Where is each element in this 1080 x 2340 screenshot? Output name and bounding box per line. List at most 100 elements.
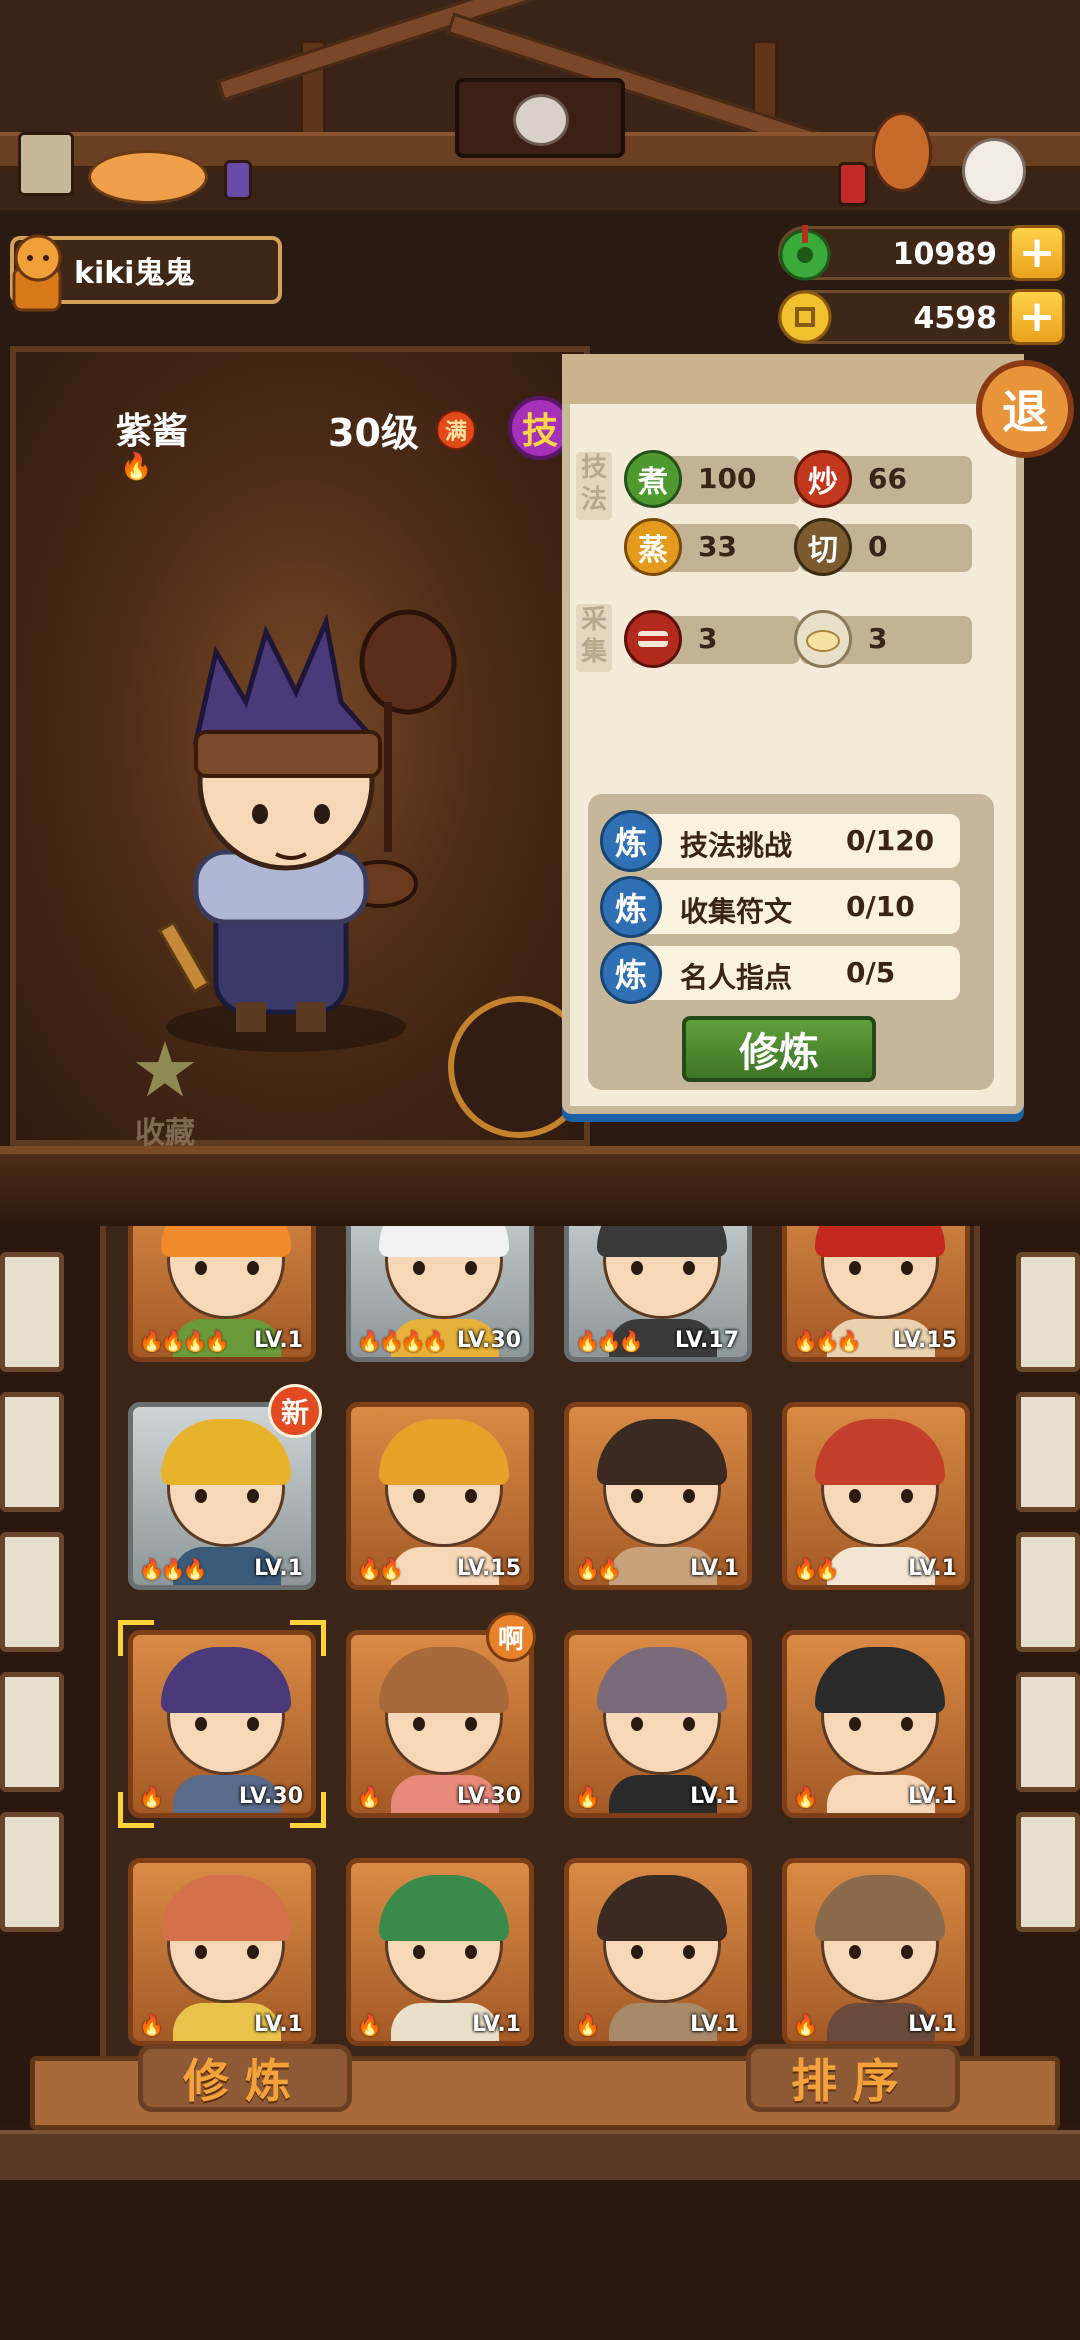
- chef-card[interactable]: 🔥🔥 LV.1: [564, 1402, 752, 1590]
- chef-card[interactable]: 🔥 LV.1: [564, 1630, 752, 1818]
- side-window: [1016, 1812, 1080, 1932]
- stat-cut: 切 0: [794, 518, 972, 576]
- character-level: 30级: [328, 411, 419, 455]
- steam-icon: 蒸: [624, 518, 682, 576]
- chef-level: LV.17: [674, 1328, 739, 1353]
- refine-icon: 炼: [600, 876, 662, 938]
- chef-eyes: [413, 1717, 477, 1731]
- refine-icon: 炼: [600, 942, 662, 1004]
- chef-card[interactable]: 🔥🔥 LV.1: [782, 1402, 970, 1590]
- chef-card[interactable]: 🔥 LV.1: [128, 1858, 316, 2046]
- chef-eyes: [849, 1717, 913, 1731]
- flame-rating: 🔥: [357, 1785, 382, 1809]
- favorite-button[interactable]: ★ 收藏: [120, 1032, 210, 1152]
- exit-button[interactable]: 退: [976, 360, 1074, 458]
- chef-card[interactable]: 🔥🔥🔥🔥 LV.30: [346, 1226, 534, 1362]
- technique-label: 技法: [576, 452, 612, 520]
- sort-button[interactable]: 排序: [746, 2044, 960, 2112]
- chef-card[interactable]: 🔥🔥 LV.15: [346, 1402, 534, 1590]
- chef-card[interactable]: 🔥🔥🔥🔥 LV.1: [128, 1226, 316, 1362]
- green-jade-icon: [779, 225, 831, 281]
- flame-rating: 🔥🔥: [793, 1557, 840, 1581]
- chef-character-illustration: [157, 609, 457, 1032]
- gather-label: 采集: [576, 604, 612, 672]
- jade-currency: 10989 +: [778, 225, 1065, 281]
- side-window: [1016, 1392, 1080, 1512]
- flame-rating: 🔥🔥🔥: [793, 1329, 862, 1353]
- boil-icon: 煮: [624, 450, 682, 508]
- chef-eyes: [413, 1489, 477, 1503]
- training-progress: 0/5: [846, 956, 896, 989]
- chef-card[interactable]: 🔥 LV.1: [564, 1858, 752, 2046]
- flame-rating: 🔥: [139, 2013, 164, 2037]
- selection-corner: [118, 1792, 154, 1828]
- stat-bun: 3: [794, 610, 972, 668]
- max-level-badge: 满: [436, 410, 476, 450]
- train-button[interactable]: 修炼: [682, 1016, 876, 1082]
- box-icon: [18, 132, 74, 196]
- add-jade-button[interactable]: +: [1009, 225, 1065, 281]
- steam-value: 33: [698, 530, 737, 563]
- orange-cat-icon: [88, 150, 208, 204]
- chef-hair: [815, 1419, 945, 1485]
- chef-hair: [161, 1647, 291, 1713]
- training-progress: 0/10: [846, 890, 915, 923]
- boil-value: 100: [698, 462, 757, 495]
- side-window: [1016, 1672, 1080, 1792]
- training-row-technique[interactable]: 炼 技法挑战 0/120: [600, 810, 960, 872]
- chef-level: LV.15: [456, 1556, 521, 1581]
- chef-level: LV.1: [254, 1556, 303, 1581]
- flame-rating: 🔥🔥: [357, 1557, 404, 1581]
- stat-stir-fry: 炒 66: [794, 450, 972, 508]
- chef-card[interactable]: 🔥🔥🔥 LV.15: [782, 1226, 970, 1362]
- cut-value: 0: [868, 530, 888, 563]
- chef-level: LV.1: [690, 2012, 739, 2037]
- chef-card[interactable]: 🔥 LV.1: [782, 1858, 970, 2046]
- chef-hair: [597, 1875, 727, 1941]
- roof-sign: [455, 78, 625, 158]
- flame-rating: 🔥🔥: [575, 1557, 622, 1581]
- chef-hair: [815, 1875, 945, 1941]
- train-tab-button[interactable]: 修炼: [138, 2044, 352, 2112]
- flame-rating: 🔥🔥🔥🔥: [357, 1329, 448, 1353]
- training-row-mentor[interactable]: 炼 名人指点 0/5: [600, 942, 960, 1004]
- flame-rating: 🔥: [357, 2013, 382, 2037]
- chef-hair: [379, 1647, 509, 1713]
- chef-hair: [597, 1226, 727, 1257]
- training-progress: 0/120: [846, 824, 935, 857]
- chef-roster-grid: 🔥🔥🔥🔥 LV.1 🔥🔥🔥🔥 LV.30 🔥🔥🔥 LV.17 🔥🔥🔥 LV.15 🔥🔥🔥 LV.1…: [100, 1226, 980, 2056]
- chef-level: LV.30: [456, 1328, 521, 1353]
- player-name-plate[interactable]: kiki鬼鬼: [10, 234, 282, 312]
- coin-value: 4598: [913, 301, 998, 336]
- chef-level: LV.1: [690, 1784, 739, 1809]
- flame-rating: 🔥🔥🔥🔥: [139, 1329, 230, 1353]
- chef-eyes: [195, 1945, 259, 1959]
- player-name: kiki鬼鬼: [74, 256, 195, 291]
- chef-level: LV.1: [472, 2012, 521, 2037]
- training-box: 炼 技法挑战 0/120 炼 收集符文 0/10 炼 名人指点 0/5 修炼: [588, 794, 994, 1090]
- chef-card[interactable]: 🔥 LV.1: [782, 1630, 970, 1818]
- stat-steam: 蒸 33: [624, 518, 800, 576]
- chef-level: LV.1: [908, 2012, 957, 2037]
- floor: [0, 2130, 1080, 2180]
- chef-hair: [597, 1647, 727, 1713]
- chef-eyes: [631, 1261, 695, 1275]
- chef-card[interactable]: 🔥 LV.30: [128, 1630, 316, 1818]
- roof-banner: [0, 0, 1080, 210]
- flame-rating: 🔥🔥🔥: [575, 1329, 644, 1353]
- chef-card[interactable]: 🔥🔥🔥 LV.17: [564, 1226, 752, 1362]
- add-coin-button[interactable]: +: [1009, 289, 1065, 345]
- training-row-runes[interactable]: 炼 收集符文 0/10: [600, 876, 960, 938]
- chef-eyes: [849, 1261, 913, 1275]
- chef-card[interactable]: 🔥 LV.1: [346, 1858, 534, 2046]
- chef-eyes: [631, 1489, 695, 1503]
- chef-eyes: [849, 1945, 913, 1959]
- chef-hair: [597, 1419, 727, 1485]
- refine-icon: 炼: [600, 810, 662, 872]
- chef-level: LV.1: [690, 1556, 739, 1581]
- side-window: [1016, 1252, 1080, 1372]
- chef-level: LV.1: [908, 1556, 957, 1581]
- stir-fry-icon: 炒: [794, 450, 852, 508]
- section-divider: [0, 1146, 1080, 1226]
- chef-hair: [379, 1875, 509, 1941]
